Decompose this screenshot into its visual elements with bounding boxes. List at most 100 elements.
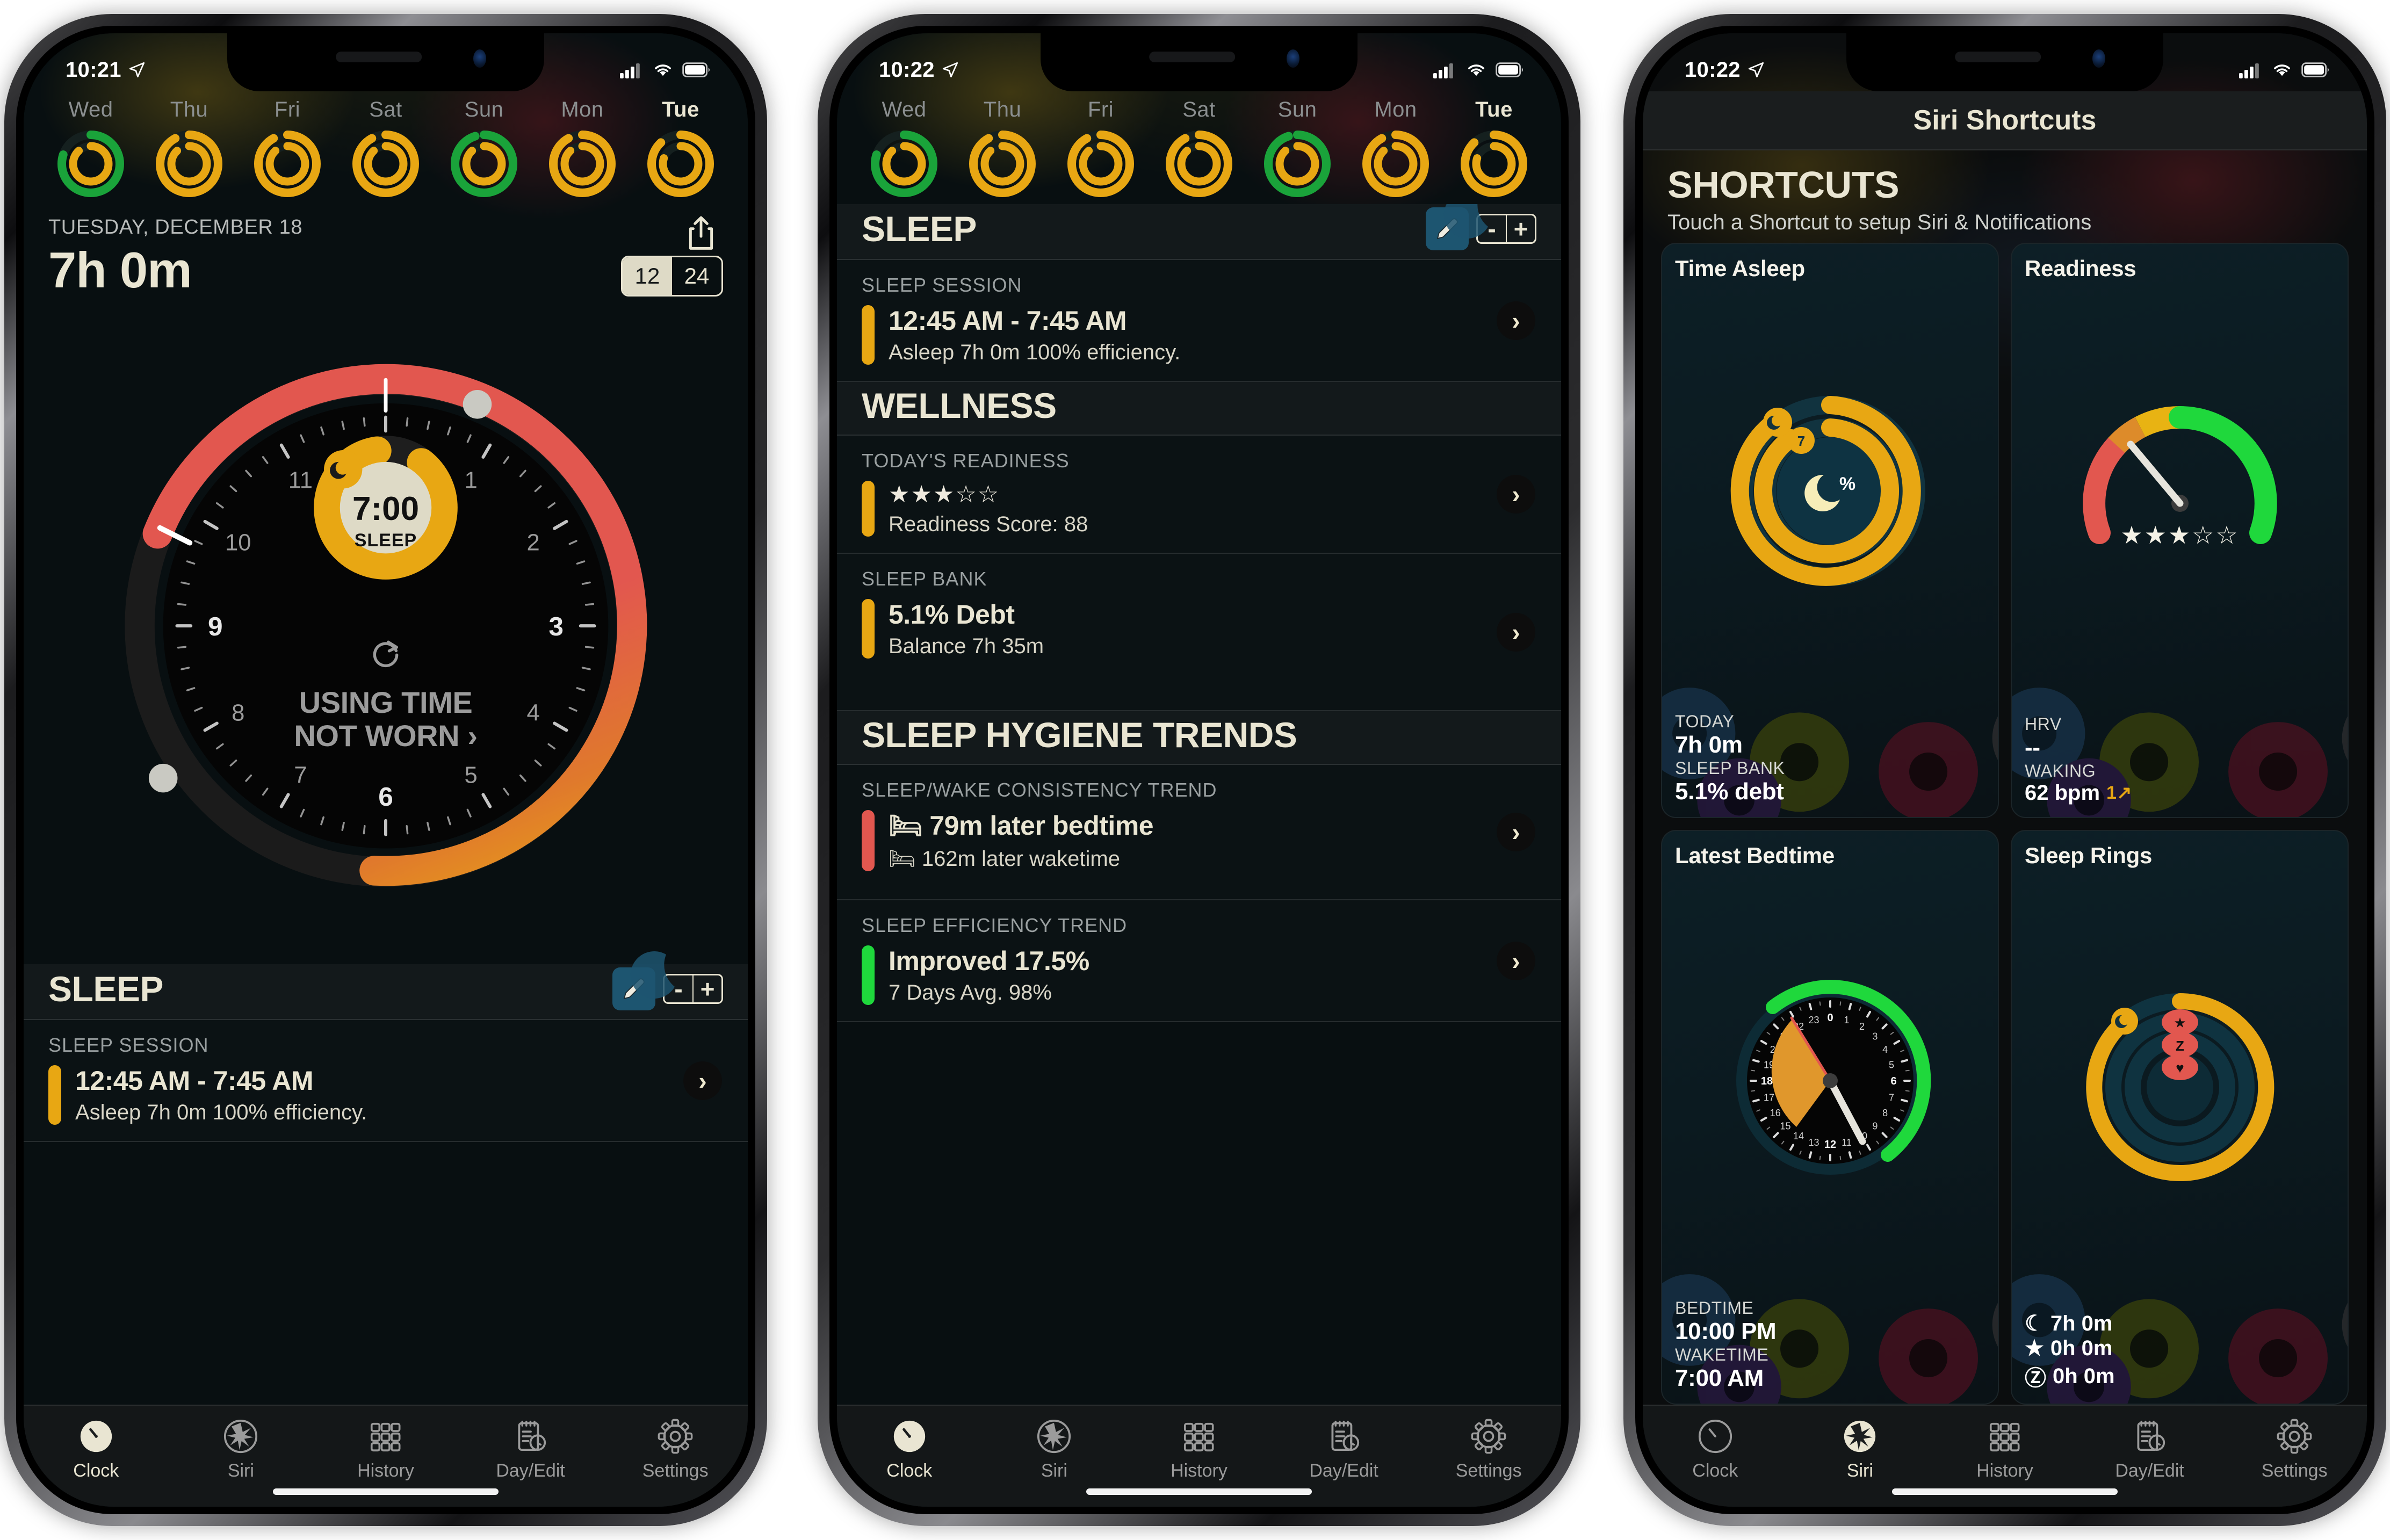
tab-history[interactable]: History	[332, 1418, 439, 1481]
refresh-icon[interactable]	[369, 638, 402, 671]
location-arrow-icon	[1748, 62, 1764, 78]
date-header: TUESDAY, DECEMBER 18 7h 0m 12 24	[24, 204, 748, 303]
tab-day-edit[interactable]: Day/Edit	[1290, 1418, 1398, 1481]
phone-clock-screen: 10:21 Wed Thu Fri Sat Sun Mon Tue TUESDA…	[4, 14, 767, 1526]
week-strip[interactable]: Wed Thu Fri Sat Sun Mon Tue	[837, 91, 1561, 204]
day-column-fri[interactable]: Fri	[1052, 98, 1150, 201]
format-24-option[interactable]: 24	[672, 257, 721, 295]
tab-history[interactable]: History	[1951, 1418, 2059, 1481]
day-ring-wrap	[1460, 129, 1528, 201]
tab-siri[interactable]: Siri	[1806, 1418, 1914, 1481]
card-title: Readiness	[2025, 256, 2136, 281]
tab-day-edit[interactable]: Day/Edit	[477, 1418, 584, 1481]
plus-button[interactable]: +	[693, 974, 723, 1004]
clock-gauge-icon	[1698, 1419, 1732, 1454]
tab-label: History	[1976, 1461, 2033, 1481]
row-caption: SLEEP SESSION	[48, 1034, 209, 1056]
day-column-tue[interactable]: Tue	[632, 98, 730, 201]
day-label: Sat	[1182, 98, 1216, 121]
shortcut-card-latest-bedtime[interactable]: Latest Bedtime 0123456789101112131415161…	[1661, 829, 1999, 1405]
week-strip[interactable]: Wed Thu Fri Sat Sun Mon Tue	[24, 91, 748, 204]
section-header-wellness: WELLNESS	[837, 382, 1561, 436]
tab-siri[interactable]: Siri	[1000, 1418, 1108, 1481]
shortcut-card-sleep-rings[interactable]: Sleep Rings ★ Z ♥ ☾ 7h 0m ★ 0h 0m Ⓩ 0h 0…	[2011, 829, 2349, 1405]
list-item[interactable]: SLEEP EFFICIENCY TREND Improved 17.5% 7 …	[837, 900, 1561, 1022]
row-chevron-button[interactable]: ›	[683, 1061, 722, 1100]
clock-content: TUESDAY, DECEMBER 18 7h 0m 12 24 12 1 2 …	[24, 204, 748, 1405]
share-button[interactable]	[684, 214, 718, 256]
tab-siri[interactable]: Siri	[187, 1418, 294, 1481]
row-chevron-button[interactable]: ›	[1497, 813, 1535, 851]
format-12-option[interactable]: 12	[623, 257, 672, 295]
row-chevron-button[interactable]: ›	[1497, 941, 1535, 980]
sleep-dial[interactable]: 12 1 2 3 4 5 6 7 8 9 10 11 USING TIME NO…	[24, 303, 748, 964]
footer-value-2: 5.1% debt	[1675, 778, 1784, 805]
ring-line-3: Ⓩ 0h 0m	[2025, 1361, 2335, 1392]
footer-value-2: 7:00 AM	[1675, 1365, 1764, 1391]
dial-status-line1: USING TIME	[299, 685, 473, 719]
day-column-thu[interactable]: Thu	[140, 98, 238, 201]
sleep-dial-svg: 121234567891011	[125, 364, 647, 887]
list-item[interactable]: SLEEP/WAKE CONSISTENCY TREND 🛏 79m later…	[837, 765, 1561, 900]
svg-text:12: 12	[1824, 1139, 1836, 1151]
day-column-thu[interactable]: Thu	[954, 98, 1051, 201]
shortcut-card-readiness[interactable]: Readiness ★★★☆☆ HRV -- WAKING 62 bpm 1↗	[2011, 243, 2349, 818]
svg-text:18: 18	[1760, 1075, 1772, 1087]
tab-clock[interactable]: Clock	[1662, 1418, 1769, 1481]
tab-clock[interactable]: Clock	[856, 1418, 963, 1481]
day-label: Wed	[68, 98, 113, 121]
dial-status-line2[interactable]: NOT WORN ›	[24, 719, 748, 753]
row-main-text: 12:45 AM - 7:45 AM	[889, 306, 1127, 336]
row-chevron-button[interactable]: ›	[1497, 475, 1535, 514]
day-ring	[549, 131, 616, 197]
tab-settings[interactable]: Settings	[622, 1418, 729, 1481]
wifi-icon	[2274, 64, 2290, 76]
battery-icon	[1496, 62, 1523, 77]
day-column-sat[interactable]: Sat	[1150, 98, 1248, 201]
day-label: Fri	[1087, 98, 1114, 121]
tab-settings[interactable]: Settings	[1435, 1418, 1542, 1481]
tab-day-edit[interactable]: Day/Edit	[2096, 1418, 2204, 1481]
svg-text:11: 11	[1842, 1137, 1852, 1148]
day-column-mon[interactable]: Mon	[1347, 98, 1445, 201]
list-item[interactable]: SLEEP SESSION 12:45 AM - 7:45 AM Asleep …	[837, 260, 1561, 382]
sleep-rings-chart: ★ Z ♥	[2025, 869, 2335, 1312]
section-title: SLEEP HYGIENE TRENDS	[862, 715, 1297, 755]
tab-history[interactable]: History	[1145, 1418, 1253, 1481]
day-column-mon[interactable]: Mon	[533, 98, 631, 201]
day-label: Thu	[983, 98, 1022, 121]
readiness-gauge: ★★★☆☆	[2025, 281, 2335, 714]
day-column-tue[interactable]: Tue	[1445, 98, 1543, 201]
day-label: Fri	[274, 98, 301, 121]
shortcut-card-time-asleep[interactable]: Time Asleep 7 % TODAY 7h 0m SLEEP BANK 5…	[1661, 243, 1999, 818]
tab-clock[interactable]: Clock	[42, 1418, 150, 1481]
tab-settings[interactable]: Settings	[2241, 1418, 2348, 1481]
day-column-wed[interactable]: Wed	[42, 98, 140, 201]
sleep-session-row[interactable]: SLEEP SESSION 12:45 AM - 7:45 AM Asleep …	[24, 1020, 748, 1142]
row-main-text: 🛏 79m later bedtime	[889, 811, 1154, 841]
row-caption: TODAY'S READINESS	[862, 450, 1070, 472]
tab-label: Siri	[1041, 1461, 1067, 1481]
day-column-sun[interactable]: Sun	[435, 98, 533, 201]
phone-sleep-detail-screen: 10:22 Wed Thu Fri Sat Sun Mon Tue SLEEP …	[818, 14, 1580, 1526]
list-item[interactable]: SLEEP BANK 5.1% Debt Balance 7h 35m ›	[837, 554, 1561, 711]
card-footer: HRV -- WAKING 62 bpm 1↗	[2025, 714, 2335, 805]
status-bar: 10:22	[837, 33, 1561, 91]
ring-line-1-value: 7h 0m	[2050, 1311, 2113, 1335]
day-column-fri[interactable]: Fri	[239, 98, 336, 201]
day-column-sat[interactable]: Sat	[337, 98, 435, 201]
time-format-toggle[interactable]: 12 24	[621, 256, 723, 297]
day-column-sun[interactable]: Sun	[1248, 98, 1346, 201]
cellular-signal-icon	[620, 63, 640, 78]
nav-title: Siri Shortcuts	[1913, 105, 2097, 136]
tab-label: Settings	[642, 1461, 709, 1481]
svg-text:%: %	[1839, 474, 1855, 494]
list-item[interactable]: TODAY'S READINESS ★★★☆☆ Readiness Score:…	[837, 436, 1561, 554]
day-column-wed[interactable]: Wed	[855, 98, 953, 201]
plus-button[interactable]: +	[1506, 214, 1536, 244]
phone-bezel: 10:22	[1635, 26, 2374, 1514]
day-ring	[451, 131, 517, 197]
row-chevron-button[interactable]: ›	[1497, 612, 1535, 652]
row-chevron-button[interactable]: ›	[1497, 301, 1535, 340]
day-label: Wed	[882, 98, 927, 121]
